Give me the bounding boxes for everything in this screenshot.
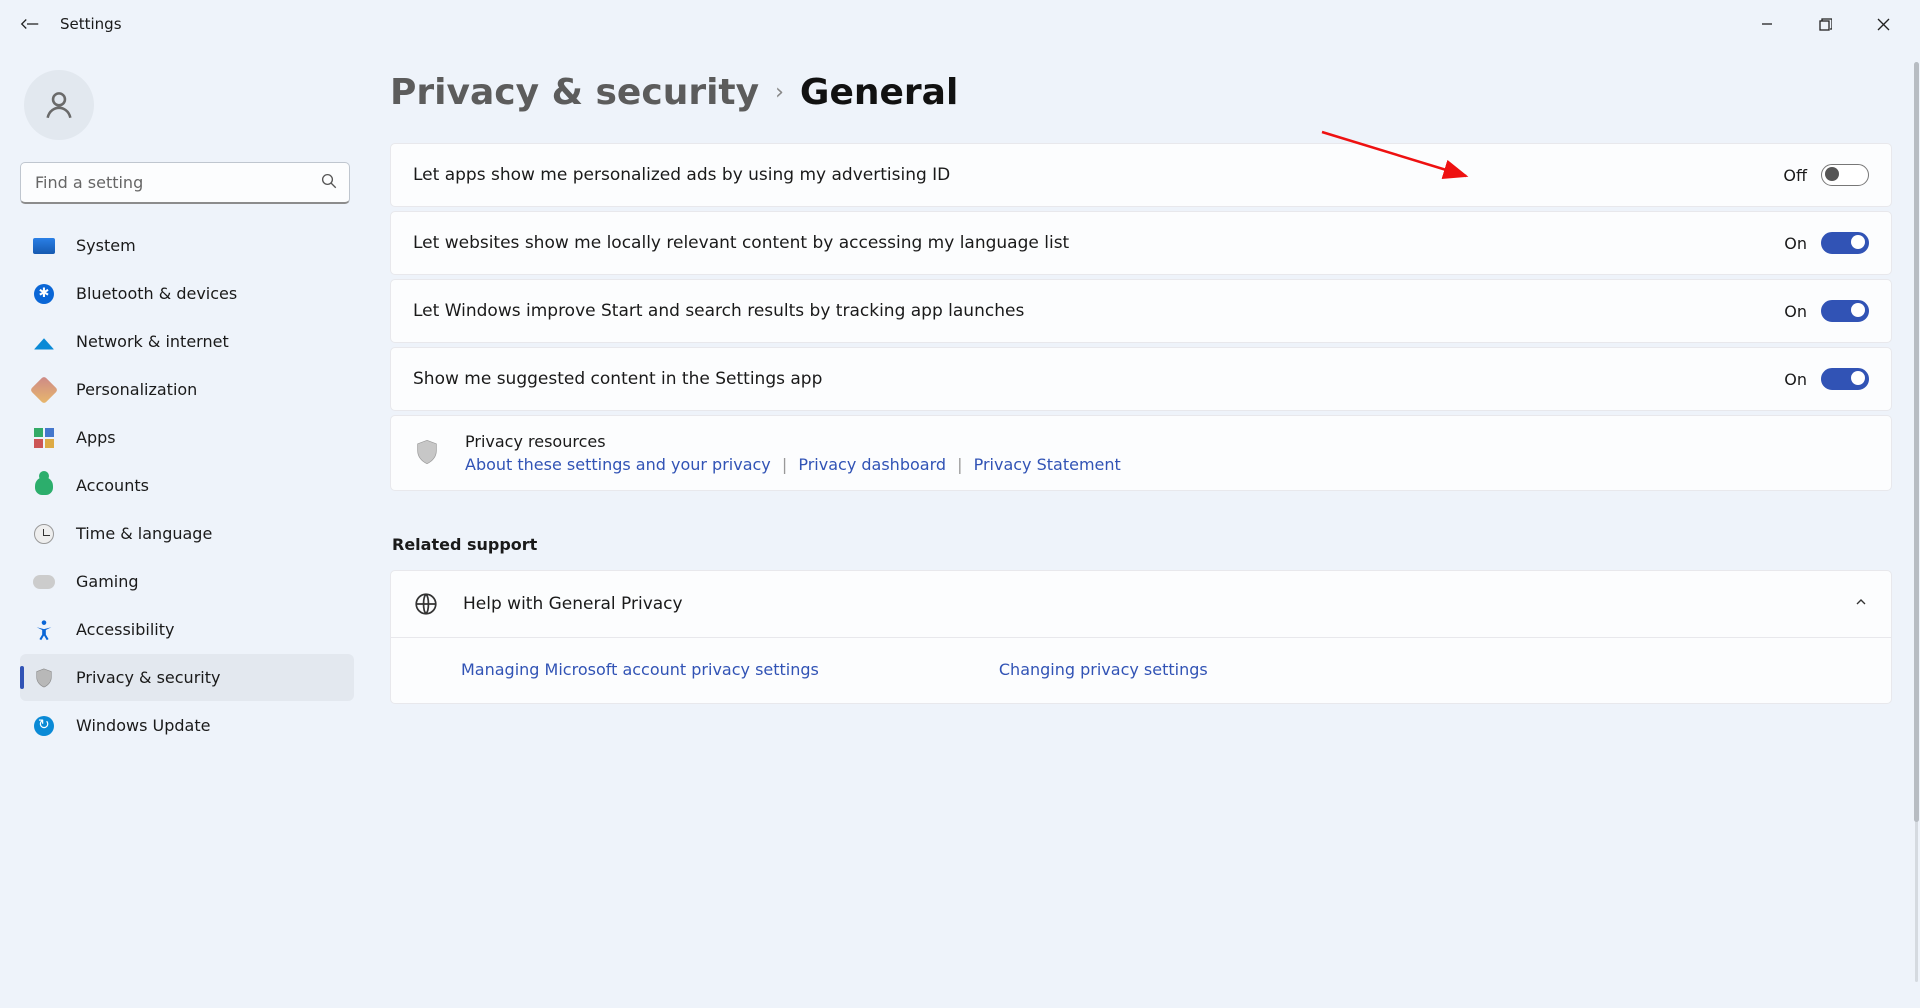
help-general-privacy-expander[interactable]: Help with General Privacy <box>390 570 1892 638</box>
sidebar-item-label: Accounts <box>76 476 149 495</box>
sidebar-item-bluetooth[interactable]: ✱Bluetooth & devices <box>20 270 354 317</box>
minimize-button[interactable] <box>1738 4 1796 44</box>
help-sublinks: Managing Microsoft account privacy setti… <box>390 638 1892 704</box>
breadcrumb-parent[interactable]: Privacy & security <box>390 72 759 113</box>
sidebar-item-personalization[interactable]: Personalization <box>20 366 354 413</box>
accessibility-icon <box>32 618 56 642</box>
sidebar-item-label: Bluetooth & devices <box>76 284 237 303</box>
chevron-up-icon <box>1853 594 1869 614</box>
maximize-button[interactable] <box>1796 4 1854 44</box>
toggle-language-list[interactable] <box>1821 232 1869 254</box>
sidebar-item-label: Privacy & security <box>76 668 220 687</box>
sidebar-item-label: Accessibility <box>76 620 174 639</box>
link-privacy-dashboard[interactable]: Privacy dashboard <box>798 455 946 474</box>
close-button[interactable] <box>1854 4 1912 44</box>
setting-label: Let Windows improve Start and search res… <box>413 301 1784 321</box>
sidebar: System ✱Bluetooth & devices Network & in… <box>0 48 370 1008</box>
sidebar-item-network[interactable]: Network & internet <box>20 318 354 365</box>
link-manage-account-privacy[interactable]: Managing Microsoft account privacy setti… <box>461 660 819 679</box>
avatar[interactable] <box>24 70 94 140</box>
sidebar-item-apps[interactable]: Apps <box>20 414 354 461</box>
sidebar-item-update[interactable]: Windows Update <box>20 702 354 749</box>
sidebar-item-label: Time & language <box>76 524 212 543</box>
sidebar-item-label: Apps <box>76 428 116 447</box>
privacy-resources-card: Privacy resources About these settings a… <box>390 415 1892 491</box>
search-input[interactable] <box>20 162 350 204</box>
sidebar-item-accounts[interactable]: Accounts <box>20 462 354 509</box>
search-icon <box>320 172 338 194</box>
sidebar-item-label: Personalization <box>76 380 197 399</box>
setting-row-advertising-id: Let apps show me personalized ads by usi… <box>390 143 1892 207</box>
back-button[interactable] <box>8 4 48 44</box>
related-support-heading: Related support <box>392 535 1892 554</box>
sidebar-item-system[interactable]: System <box>20 222 354 269</box>
toggle-state: On <box>1784 302 1807 321</box>
shield-icon <box>413 438 441 466</box>
setting-row-suggested-content: Show me suggested content in the Setting… <box>390 347 1892 411</box>
setting-label: Let websites show me locally relevant co… <box>413 233 1784 253</box>
toggle-state: On <box>1784 370 1807 389</box>
sidebar-item-label: Windows Update <box>76 716 210 735</box>
sidebar-item-label: Gaming <box>76 572 139 591</box>
breadcrumb: Privacy & security › General <box>390 72 1892 113</box>
link-about-settings[interactable]: About these settings and your privacy <box>465 455 771 474</box>
sidebar-item-time[interactable]: Time & language <box>20 510 354 557</box>
setting-row-language-list: Let websites show me locally relevant co… <box>390 211 1892 275</box>
setting-row-app-launches: Let Windows improve Start and search res… <box>390 279 1892 343</box>
toggle-advertising-id[interactable] <box>1821 164 1869 186</box>
expander-label: Help with General Privacy <box>463 594 1853 614</box>
resources-title: Privacy resources <box>465 432 1121 451</box>
sidebar-item-label: System <box>76 236 136 255</box>
sidebar-item-accessibility[interactable]: Accessibility <box>20 606 354 653</box>
breadcrumb-current: General <box>800 72 958 113</box>
link-changing-privacy-settings[interactable]: Changing privacy settings <box>999 660 1208 679</box>
sidebar-item-privacy[interactable]: Privacy & security <box>20 654 354 701</box>
sidebar-item-label: Network & internet <box>76 332 229 351</box>
toggle-app-launches[interactable] <box>1821 300 1869 322</box>
toggle-state: Off <box>1783 166 1807 185</box>
chevron-right-icon: › <box>775 80 784 105</box>
shield-icon <box>32 666 56 690</box>
window-title: Settings <box>60 15 122 33</box>
titlebar: Settings <box>0 0 1920 48</box>
scrollbar-thumb[interactable] <box>1914 62 1919 822</box>
toggle-state: On <box>1784 234 1807 253</box>
globe-help-icon <box>413 591 439 617</box>
link-privacy-statement[interactable]: Privacy Statement <box>974 455 1121 474</box>
setting-label: Let apps show me personalized ads by usi… <box>413 165 1783 185</box>
main-content: Privacy & security › General Let apps sh… <box>370 48 1920 1008</box>
sidebar-item-gaming[interactable]: Gaming <box>20 558 354 605</box>
toggle-suggested-content[interactable] <box>1821 368 1869 390</box>
setting-label: Show me suggested content in the Setting… <box>413 369 1784 389</box>
